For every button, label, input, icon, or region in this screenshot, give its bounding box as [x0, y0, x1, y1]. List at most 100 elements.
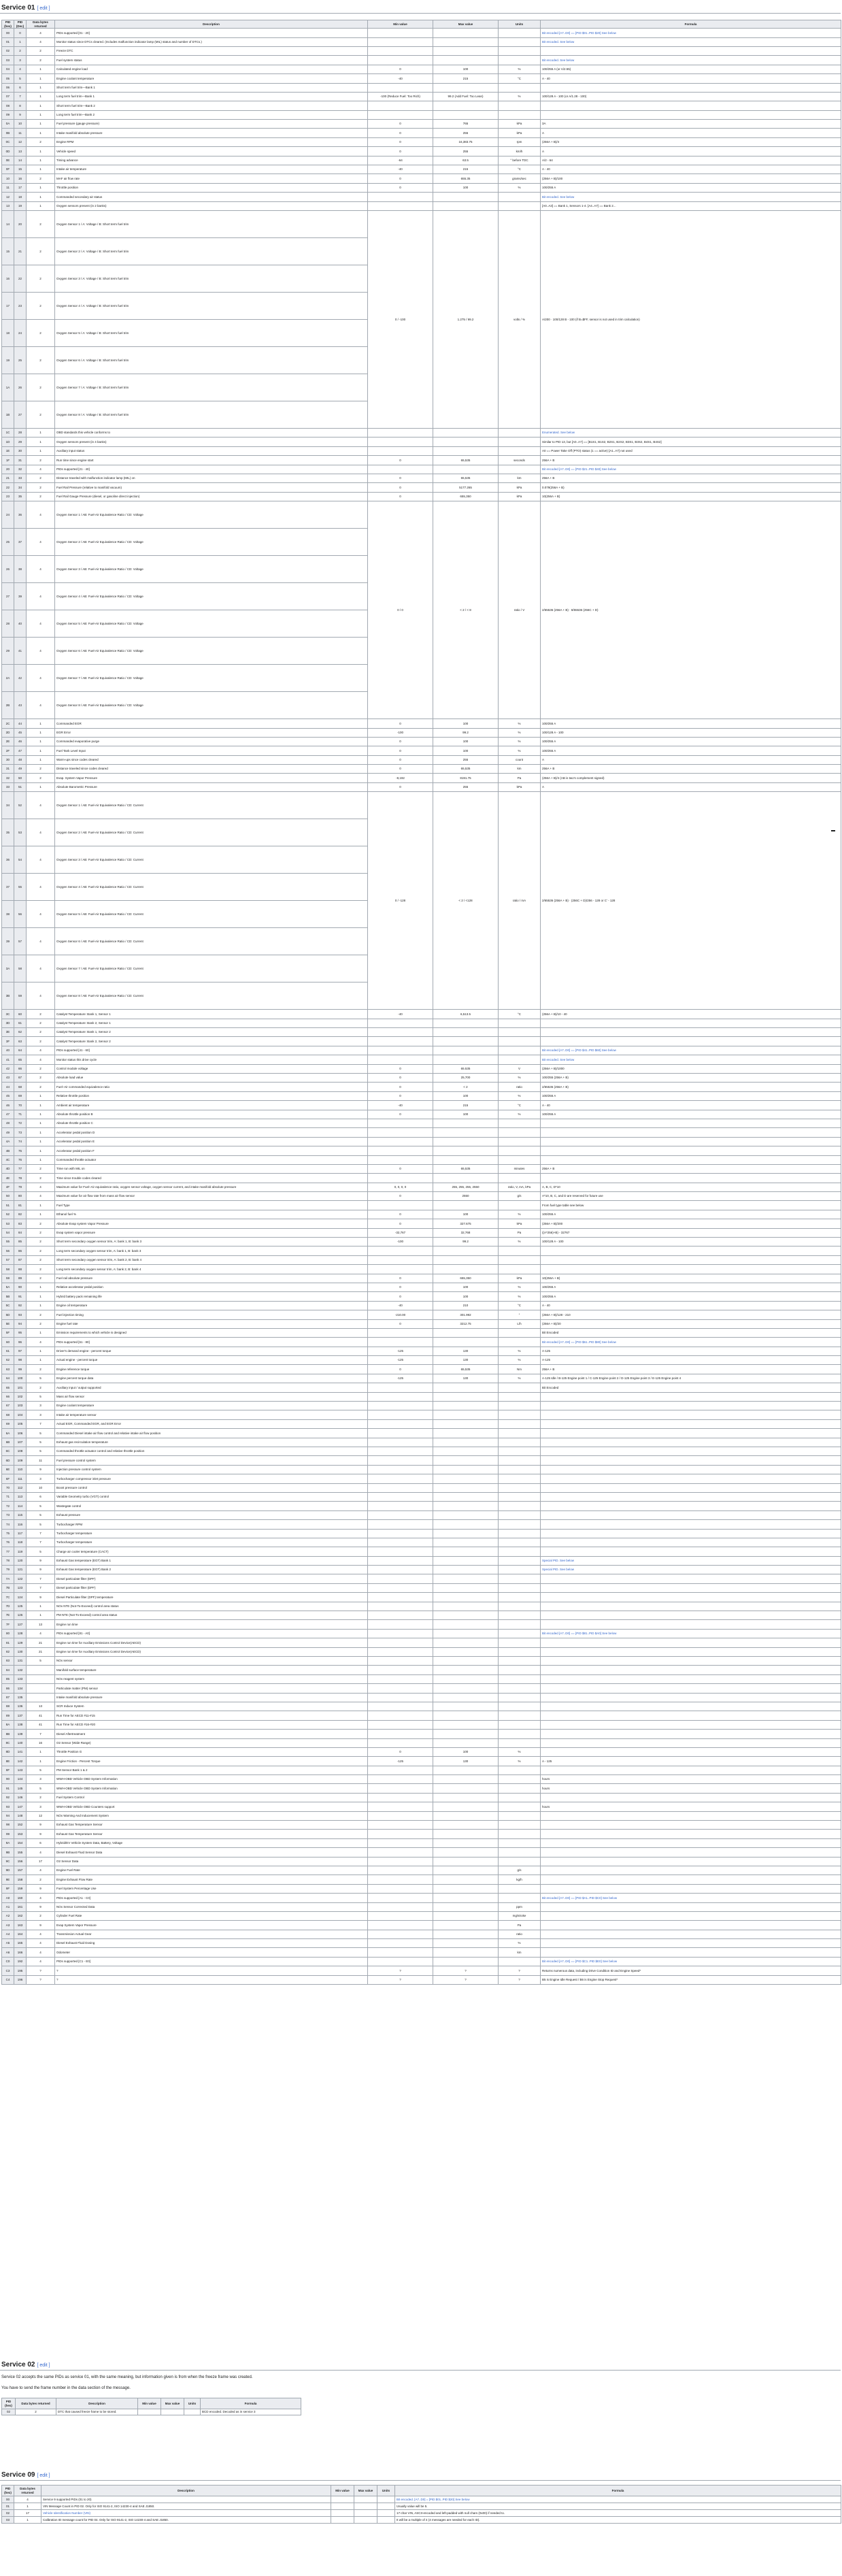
cell-description: Absolute load value — [54, 1072, 368, 1083]
col-pid-dec[interactable]: PID (Dec) — [14, 19, 27, 29]
cell-max — [433, 1146, 499, 1156]
cell-description: Accelerator pedal position D — [54, 1127, 368, 1138]
cell-bytes: 5 — [26, 1655, 55, 1666]
cell-bytes: 2 — [26, 1792, 55, 1803]
cell-formula: A*10, B, C, and D are reserved for futur… — [540, 1191, 841, 1202]
cell-units: % — [498, 1072, 541, 1083]
cell-formula: 100/255 A — [540, 182, 841, 193]
col-formula[interactable]: Formula — [200, 2398, 301, 2409]
cell-min — [367, 1574, 433, 1584]
cell-description: Fuel pressure control system — [54, 1455, 368, 1466]
table-row: 4F 79 4 Maximum value for Fuel–Air equivale… — [1, 1182, 841, 1193]
cell-description: Exhaust pressure — [54, 1510, 368, 1521]
cell-pid-dec: 139 — [14, 1729, 27, 1739]
cell-description: Relative accelerator pedal position — [54, 1282, 368, 1293]
cell-formula: 3A — [540, 119, 841, 129]
cell-bytes: 2 — [26, 491, 55, 502]
table-row: 6C 108 5 Commanded throttle actuator contro… — [1, 1446, 841, 1457]
col-min[interactable]: Min value — [137, 2398, 161, 2409]
cell-max — [433, 1583, 499, 1594]
cell-description: O2 Sensor (Wide Range) — [54, 1738, 368, 1748]
cell-bytes: 1 — [26, 1200, 55, 1210]
col-units[interactable]: Units — [377, 2485, 395, 2496]
cell-pid-dec: 86 — [14, 1246, 27, 1256]
cell-max — [433, 1337, 499, 1347]
table-row: 9E 158 2 Engine Exhaust Flow Rate kg/h — [1, 1875, 841, 1885]
cell-pid-dec: 5 — [14, 73, 27, 84]
cell-pid-dec: 79 — [14, 1182, 27, 1193]
col-pid-hex[interactable]: PID (hex) — [1, 19, 14, 29]
col-max[interactable]: Max value — [354, 2485, 377, 2496]
cell-units: kPa — [498, 128, 541, 138]
cell-formula — [540, 46, 841, 56]
col-units[interactable]: Units — [184, 2398, 201, 2409]
cell-description: Diesel particulate filter (DPF) — [54, 1574, 368, 1584]
col-data-bytes[interactable]: Data bytes returned — [14, 2485, 41, 2496]
col-max[interactable]: Max value — [433, 19, 499, 29]
cell-bytes: 1 — [26, 1355, 55, 1366]
cell-min — [367, 46, 433, 56]
cell-bytes: 2 — [26, 174, 55, 184]
cell-max — [354, 2516, 377, 2524]
col-formula[interactable]: Formula — [540, 19, 841, 29]
table-row: 67 103 3 Engine coolant temperature — [1, 1401, 841, 1411]
col-description[interactable]: Description — [41, 2485, 331, 2496]
cell-formula: Special PID. See below — [540, 1555, 841, 1566]
cell-description: Oxygen Sensor 4 / AB: Fuel-Air Equivalen… — [54, 873, 368, 902]
cell-units — [498, 1446, 541, 1457]
cell-min — [367, 1173, 433, 1183]
table-row: 2E 46 1 Commanded evaporative purge 0 100% 100… — [1, 736, 841, 747]
edit-link[interactable]: [ edit ] — [37, 2363, 50, 2368]
col-formula[interactable]: Formula — [394, 2485, 841, 2496]
col-min[interactable]: Min value — [331, 2485, 354, 2496]
cell-pid-hex: C4 — [1, 1975, 14, 1985]
cell-description: Exhaust gas recirculation temperature — [54, 1437, 368, 1448]
cell-pid-dec: 109 — [14, 1455, 27, 1466]
cell-units: % — [498, 1373, 541, 1384]
edit-link[interactable]: [ edit ] — [37, 2473, 50, 2478]
cell-min — [367, 1118, 433, 1129]
cell-pid-hex: 4E — [1, 1173, 14, 1183]
cell-max — [433, 1719, 499, 1730]
cell-max — [433, 1811, 499, 1821]
col-description[interactable]: Description — [56, 2398, 138, 2409]
cell-description: Fuel Rail Pressure (relative to manifold… — [54, 482, 368, 493]
edit-link[interactable]: [ edit ] — [37, 6, 50, 11]
cell-max — [433, 1510, 499, 1521]
cell-min: -40 — [367, 1300, 433, 1311]
cell-min: -40 — [367, 73, 433, 84]
col-description[interactable]: Description — [54, 19, 368, 29]
cell-description: Variable Geometry turbo (VGT) control — [54, 1491, 368, 1502]
cell-bytes: 2 — [26, 401, 55, 429]
cell-pid-hex: 60 — [1, 1337, 14, 1347]
cell-pid-hex: 7B — [1, 1583, 14, 1594]
cell-bytes: 4 — [26, 1929, 55, 1940]
cell-formula: 2/65536 (256A + B) — [540, 1082, 841, 1092]
col-pid-hex[interactable]: PID (hex) — [1, 2485, 14, 2496]
cell-description: Catalyst Temperature: Bank 2, Sensor 2 — [54, 1036, 368, 1046]
col-data-bytes[interactable]: Data bytes returned — [15, 2398, 56, 2409]
cell-formula — [540, 1811, 841, 1821]
col-units[interactable]: Units — [498, 19, 541, 29]
cell-description: Distance traveled since codes cleared — [54, 764, 368, 774]
cell-bytes: 1 — [26, 1100, 55, 1110]
col-data-bytes[interactable]: Data bytes returned — [26, 19, 55, 29]
table-row: 1E 30 1 Auxiliary input status A0 == Power T… — [1, 446, 841, 457]
col-pid-hex[interactable]: PID (hex) — [1, 2398, 16, 2409]
cell-formula: 256A + B — [540, 764, 841, 774]
cell-bytes: 4 — [26, 37, 55, 47]
cell-min: -100 — [367, 1237, 433, 1247]
table-row: 52 82 1 Ethanol fuel % 0 100% 100/255 A — [1, 1209, 841, 1220]
cell-pid-hex: 1D — [1, 437, 14, 447]
cell-max — [433, 1464, 499, 1475]
cell-units: % — [498, 1109, 541, 1119]
col-max[interactable]: Max value — [161, 2398, 184, 2409]
cell-description: Oxygen sensors present (in 2 banks) — [54, 201, 368, 212]
cell-pid-hex: 15 — [1, 237, 14, 265]
cell-formula — [540, 1146, 841, 1156]
cell-units — [498, 82, 541, 93]
cell-pid-dec: 131 — [14, 1655, 27, 1666]
cell-bytes: 7 — [26, 1574, 55, 1584]
col-min[interactable]: Min value — [367, 19, 433, 29]
cell-description: Commanded EGR — [54, 719, 368, 729]
